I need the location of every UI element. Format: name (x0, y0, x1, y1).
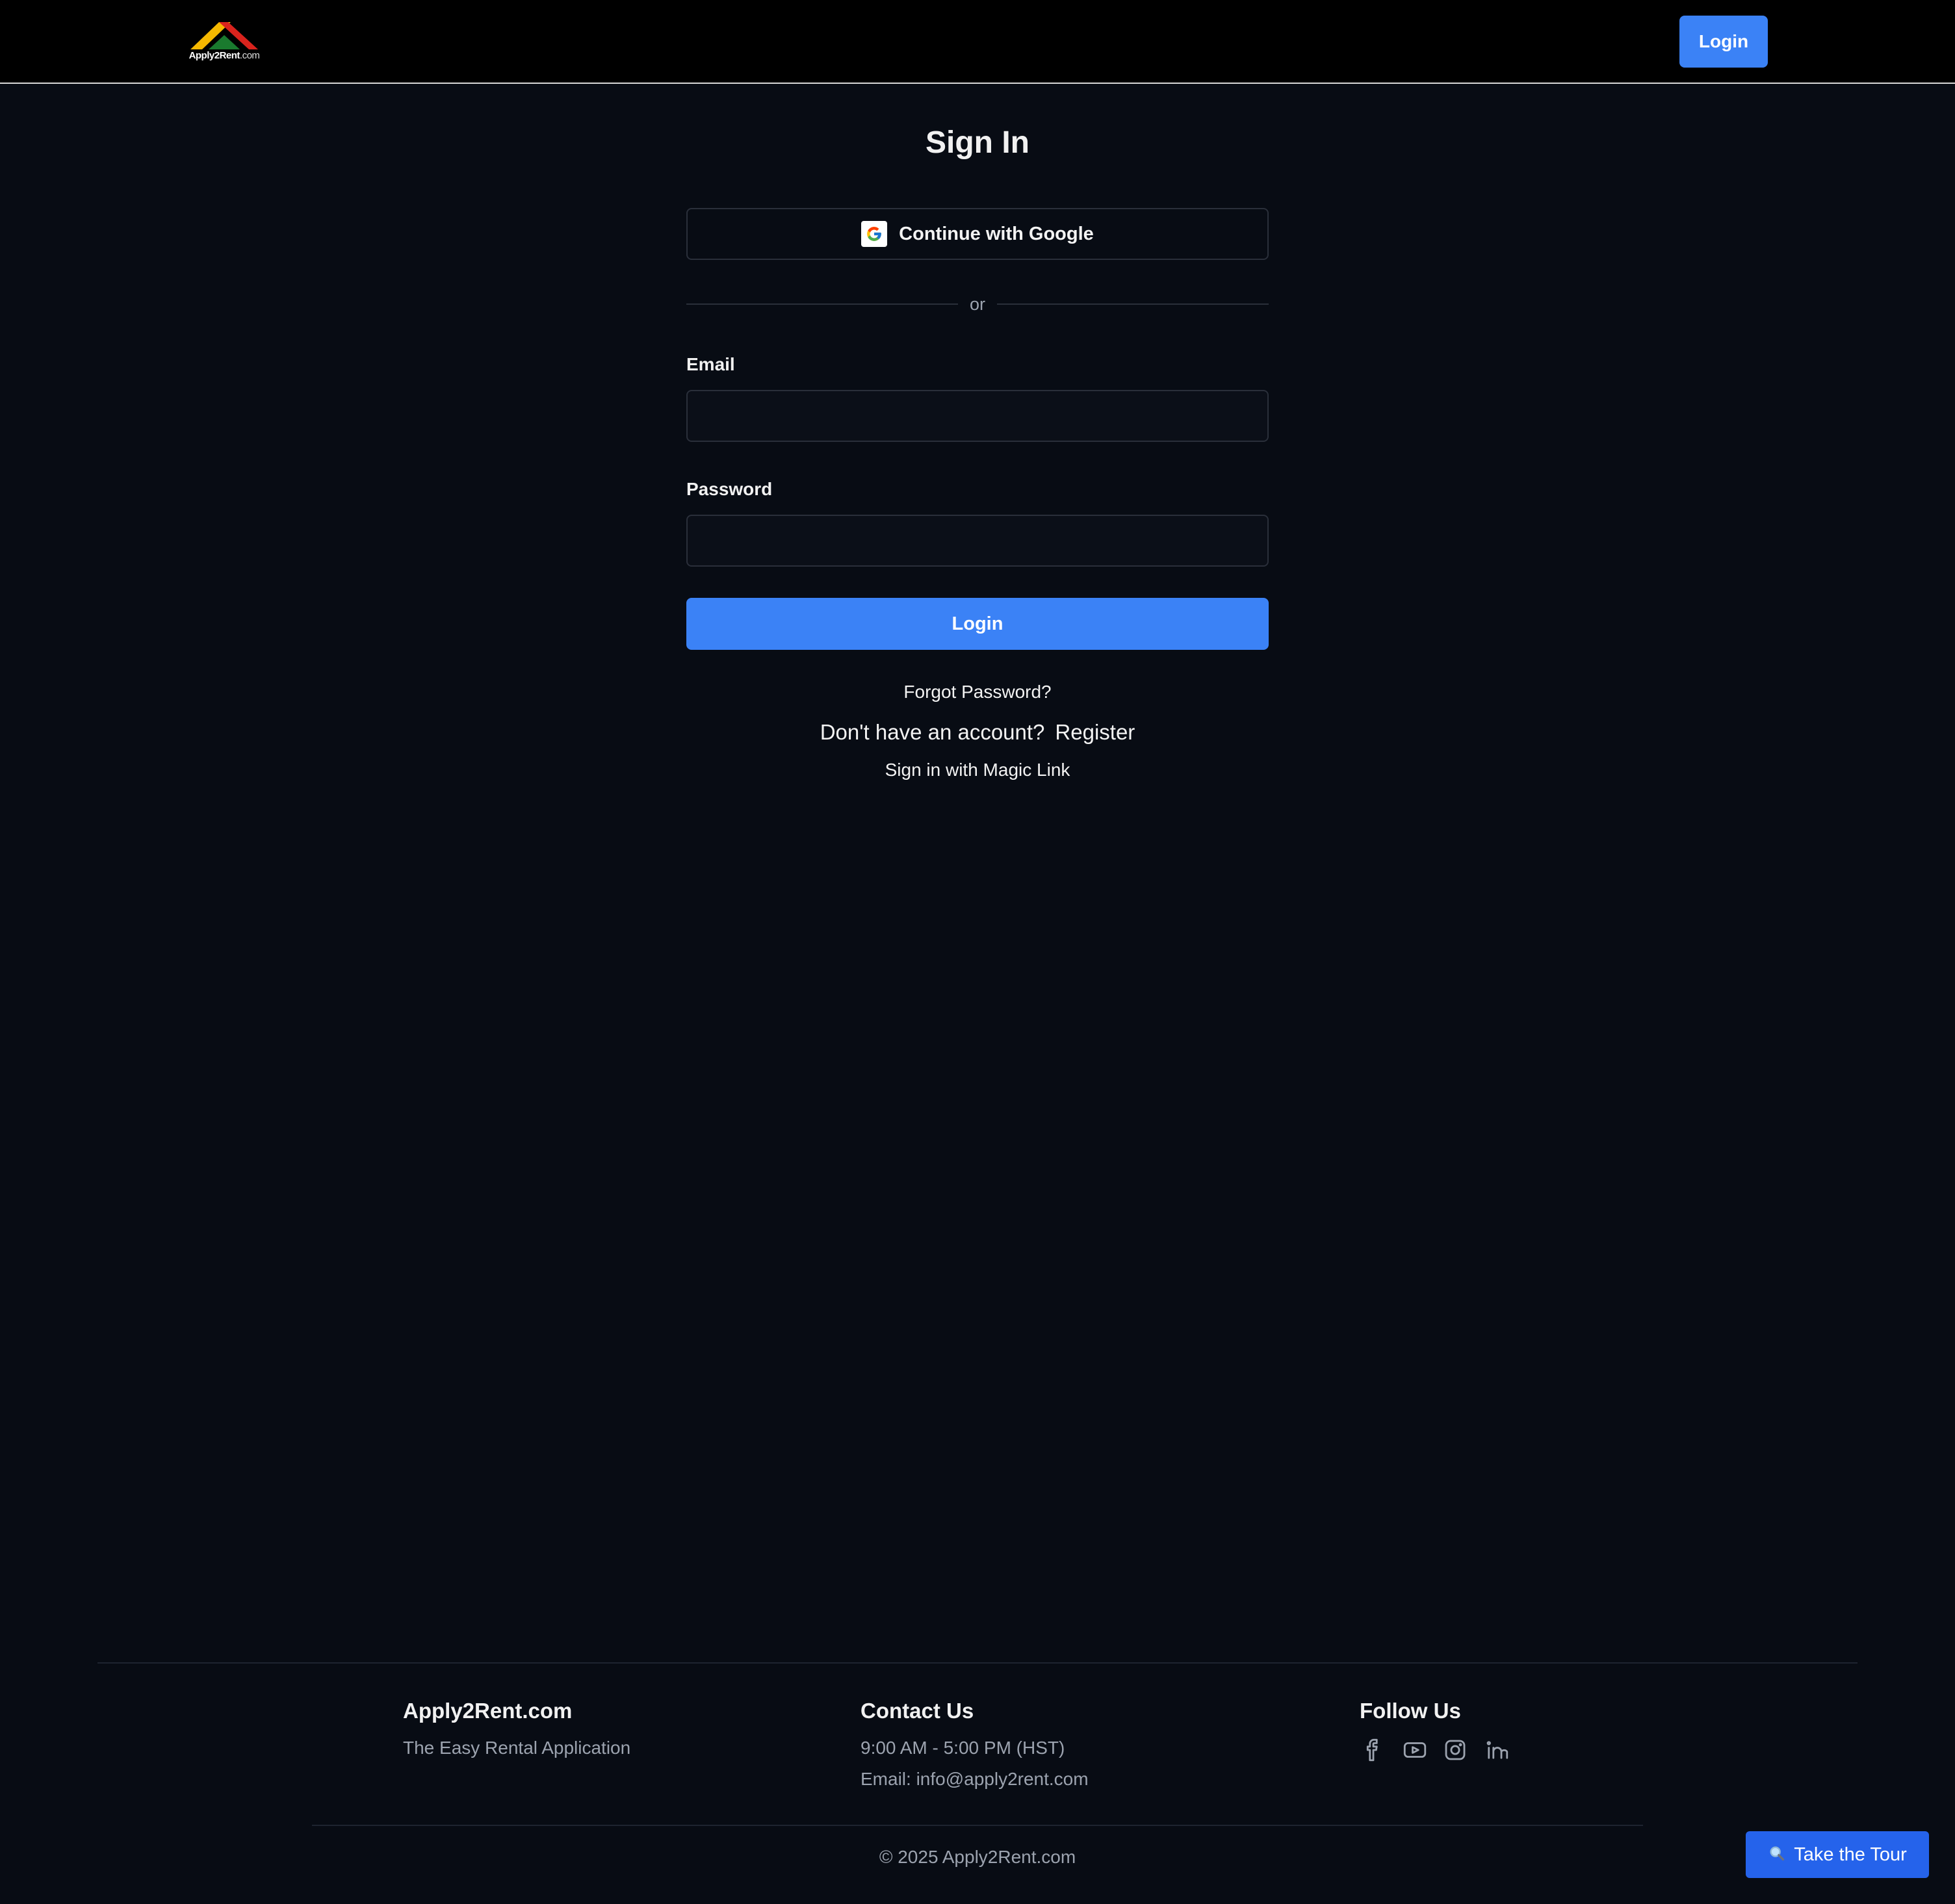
register-row: Don't have an account? Register (0, 720, 1955, 745)
roof-logo-icon (190, 22, 258, 49)
footer-follow-title: Follow Us (1360, 1699, 1461, 1723)
password-field[interactable] (686, 515, 1269, 567)
or-divider: or (686, 291, 1269, 317)
google-icon (861, 221, 888, 247)
divider-line-left (686, 303, 958, 305)
forgot-password-link[interactable]: Forgot Password? (0, 682, 1955, 702)
page-title: Sign In (926, 125, 1029, 160)
footer-contact-email: Email: info@apply2rent.com (861, 1769, 1089, 1789)
copyright-text: © 2025 Apply2Rent.com (879, 1847, 1076, 1867)
divider-line-right (997, 303, 1269, 305)
top-nav: Apply2Rent.com Login (0, 0, 1955, 84)
take-the-tour-button[interactable]: Take the Tour (1746, 1831, 1929, 1878)
header-login-button[interactable]: Login (1679, 16, 1768, 68)
apply2rent-logo[interactable]: Apply2Rent.com (185, 19, 263, 64)
email-label: Email (686, 354, 735, 374)
no-account-text: Don't have an account? (820, 720, 1045, 744)
email-field[interactable] (686, 390, 1269, 442)
linkedin-icon[interactable] (1483, 1736, 1510, 1764)
magic-link-signin-link[interactable]: Sign in with Magic Link (0, 760, 1955, 780)
footer-tagline: The Easy Rental Application (403, 1738, 631, 1758)
magnifier-icon (1768, 1844, 1786, 1866)
tour-button-label: Take the Tour (1794, 1844, 1907, 1865)
footer-contact-hours: 9:00 AM - 5:00 PM (HST) (861, 1738, 1065, 1758)
footer-divider-bottom (312, 1825, 1643, 1826)
youtube-icon[interactable] (1401, 1736, 1429, 1764)
login-button[interactable]: Login (686, 598, 1269, 650)
continue-with-google-button[interactable]: Continue with Google (686, 208, 1269, 260)
register-link[interactable]: Register (1055, 720, 1135, 745)
divider-or-text: or (969, 294, 985, 314)
footer-brand-title: Apply2Rent.com (403, 1699, 573, 1723)
google-button-label: Continue with Google (899, 223, 1094, 244)
footer-contact-title: Contact Us (861, 1699, 974, 1723)
footer-divider-top (97, 1662, 1858, 1664)
logo-wordmark: Apply2Rent.com (188, 50, 260, 61)
password-label: Password (686, 479, 773, 499)
facebook-icon[interactable] (1360, 1736, 1387, 1764)
instagram-icon[interactable] (1442, 1736, 1469, 1764)
